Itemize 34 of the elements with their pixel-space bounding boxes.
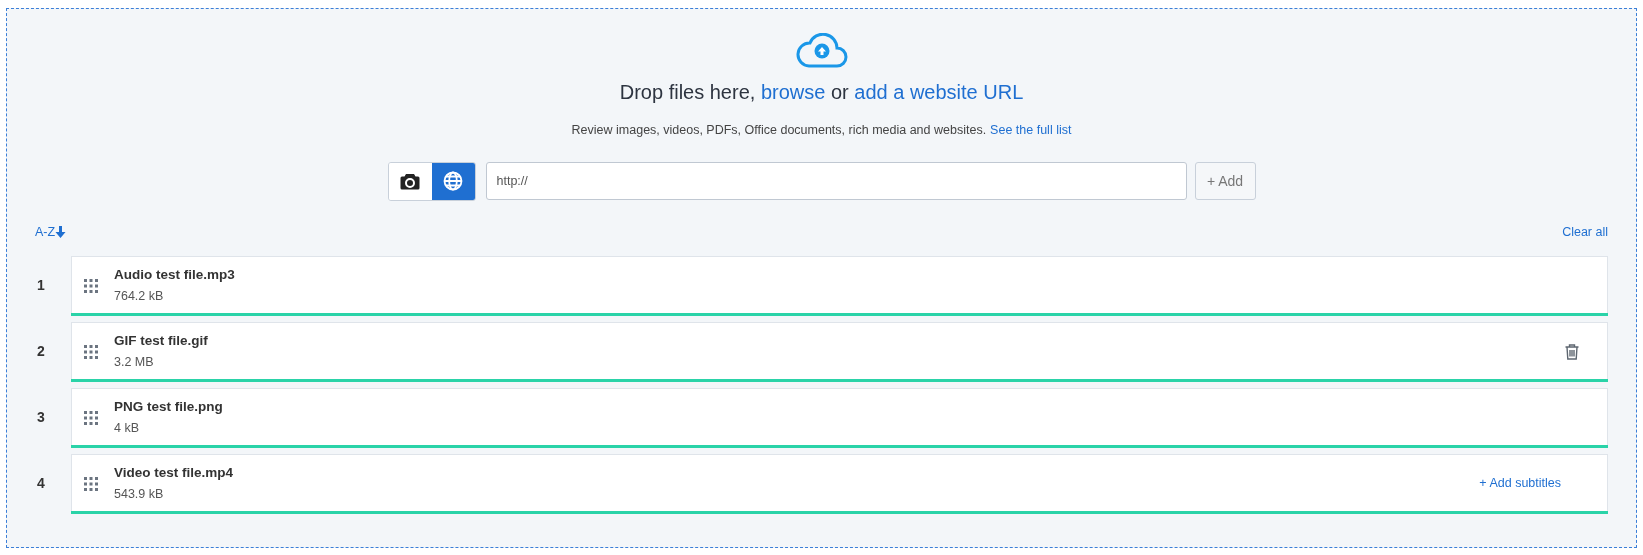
arrow-down-icon [55,226,67,239]
trash-icon[interactable] [1565,343,1579,360]
full-list-link[interactable]: See the full list [990,121,1072,140]
cloud-upload-icon [794,33,849,69]
row-number: 3 [36,408,46,427]
drag-handle-icon[interactable] [84,410,98,425]
camera-icon [400,172,420,190]
row-number: 1 [36,276,46,295]
file-card[interactable]: PNG test file.png 4 kB [71,387,1608,448]
add-button[interactable]: + Add [1194,162,1256,201]
globe-icon [443,171,463,192]
file-name: GIF test file.gif [114,332,209,350]
file-size: 764.2 kB [114,288,165,306]
drag-handle-icon[interactable] [84,344,98,359]
file-card[interactable]: GIF test file.gif 3.2 MB [71,321,1608,382]
description-text: Review images, videos, PDFs, Office documents, rich media and websites. [571,122,987,139]
file-size: 3.2 MB [114,354,155,372]
file-size: 543.9 kB [114,486,165,504]
sort-button[interactable]: A-Z [35,222,67,242]
drop-heading: Drop files here, browse or add a website URL [619,80,1024,105]
row-number: 2 [36,342,46,361]
drag-handle-icon[interactable] [84,476,98,491]
file-card[interactable]: Video test file.mp4 543.9 kB + Add subtitles [71,453,1608,514]
file-name: PNG test file.png [114,398,224,416]
drag-handle-icon[interactable] [84,278,98,293]
source-tab[interactable] [388,162,432,200]
add-subtitles-link[interactable]: + Add subtitles [1479,474,1561,493]
file-name: Audio test file.mp3 [114,266,236,284]
clear-all-link[interactable]: Clear all [1562,222,1608,242]
file-name: Video test file.mp4 [114,464,235,482]
url-field[interactable]: http:// [485,162,1187,201]
file-size: 4 kB [114,420,140,438]
row-number: 4 [36,474,46,493]
file-card[interactable]: Audio test file.mp3 764.2 kB [71,255,1608,316]
